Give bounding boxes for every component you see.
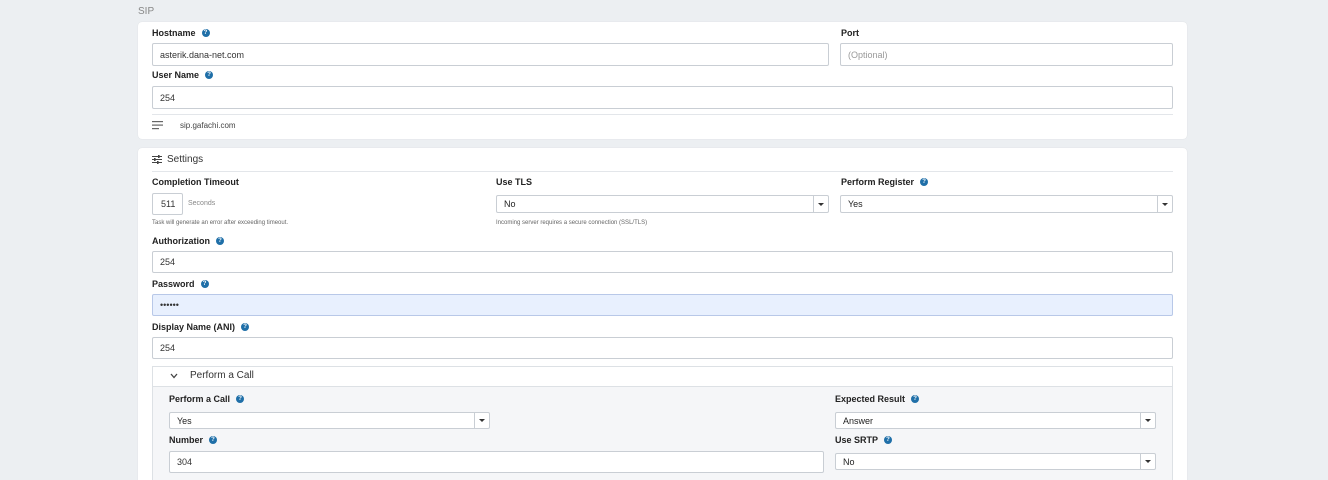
completion-timeout-unit: Seconds xyxy=(188,200,216,207)
use-tls-label-text: Use TLS xyxy=(496,177,533,187)
display-name-label-text: Display Name (ANI) xyxy=(152,322,236,332)
username-help-icon[interactable]: ? xyxy=(205,71,214,79)
authorization-label: Authorization ? xyxy=(152,236,224,246)
hostname-input[interactable]: asterik.dana-net.com xyxy=(152,43,829,66)
perform-call-chevron-down-icon[interactable] xyxy=(474,413,489,428)
password-input[interactable]: •••••• xyxy=(152,294,1173,316)
expected-result-label: Expected Result ? xyxy=(835,394,920,404)
sip-card xyxy=(138,22,1187,139)
hostname-label: Hostname ? xyxy=(152,28,210,38)
list-lines-icon xyxy=(152,121,163,130)
perform-register-value: Yes xyxy=(848,199,863,209)
port-label-text: Port xyxy=(841,28,859,38)
port-label: Port xyxy=(841,28,859,38)
port-input[interactable]: (Optional) xyxy=(840,43,1173,66)
settings-divider xyxy=(152,171,1173,172)
sip-section-title: SIP xyxy=(138,6,155,17)
number-input[interactable]: 304 xyxy=(169,451,824,473)
number-label-text: Number xyxy=(169,435,204,445)
perform-register-label-text: Perform Register xyxy=(841,177,915,187)
display-name-label: Display Name (ANI) ? xyxy=(152,322,250,332)
perform-call-header[interactable] xyxy=(152,366,1173,387)
username-label: User Name ? xyxy=(152,70,214,80)
perform-register-label: Perform Register ? xyxy=(841,177,929,187)
expected-result-value: Answer xyxy=(843,415,874,426)
use-srtp-label-text: Use SRTP xyxy=(835,435,879,445)
server-note: sip.gafachi.com xyxy=(180,121,236,130)
chevron-down-icon[interactable] xyxy=(170,373,178,379)
perform-register-chevron-down-icon[interactable] xyxy=(1157,196,1172,212)
use-tls-chevron-down-icon[interactable] xyxy=(813,196,828,212)
number-label: Number ? xyxy=(169,435,218,445)
settings-sliders-icon xyxy=(152,155,162,164)
perform-call-select[interactable]: Yes xyxy=(169,412,490,429)
number-help-icon[interactable]: ? xyxy=(209,436,218,444)
perform-call-label-text: Perform a Call xyxy=(169,394,231,404)
use-srtp-help-icon[interactable]: ? xyxy=(884,436,893,444)
perform-register-help-icon[interactable]: ? xyxy=(920,178,929,186)
perform-call-help-icon[interactable]: ? xyxy=(236,395,245,403)
expected-result-label-text: Expected Result xyxy=(835,394,906,404)
username-input[interactable]: 254 xyxy=(152,86,1173,109)
use-srtp-chevron-down-icon[interactable] xyxy=(1140,454,1155,469)
perform-call-title: Perform a Call xyxy=(190,370,254,381)
use-tls-select[interactable]: No xyxy=(496,195,829,213)
username-label-text: User Name xyxy=(152,70,200,80)
completion-timeout-label-text: Completion Timeout xyxy=(152,177,239,187)
use-srtp-label: Use SRTP ? xyxy=(835,435,893,445)
completion-timeout-hint: Task will generate an error after exceed… xyxy=(152,220,289,226)
use-tls-value: No xyxy=(504,199,516,209)
perform-call-label: Perform a Call ? xyxy=(169,394,245,404)
password-help-icon[interactable]: ? xyxy=(200,280,209,288)
sip-divider xyxy=(152,114,1173,115)
perform-call-value: Yes xyxy=(177,415,192,426)
perform-register-select[interactable]: Yes xyxy=(840,195,1173,213)
use-tls-hint: Incoming server requires a secure connec… xyxy=(496,220,648,226)
display-name-help-icon[interactable]: ? xyxy=(241,323,250,331)
authorization-help-icon[interactable]: ? xyxy=(216,237,224,245)
authorization-label-text: Authorization xyxy=(152,236,210,246)
use-srtp-select[interactable]: No xyxy=(835,453,1156,470)
use-srtp-value: No xyxy=(843,456,855,467)
authorization-input[interactable]: 254 xyxy=(152,251,1173,273)
expected-result-help-icon[interactable]: ? xyxy=(911,395,920,403)
password-label-text: Password xyxy=(152,279,195,289)
expected-result-select[interactable]: Answer xyxy=(835,412,1156,429)
completion-timeout-input[interactable]: 511 xyxy=(152,193,183,215)
use-tls-label: Use TLS xyxy=(496,177,532,187)
display-name-input[interactable]: 254 xyxy=(152,337,1173,359)
completion-timeout-label: Completion Timeout xyxy=(152,177,239,187)
password-label: Password ? xyxy=(152,279,209,289)
hostname-label-text: Hostname xyxy=(152,28,196,38)
expected-result-chevron-down-icon[interactable] xyxy=(1140,413,1155,428)
hostname-help-icon[interactable]: ? xyxy=(201,29,210,37)
settings-title: Settings xyxy=(167,154,204,165)
